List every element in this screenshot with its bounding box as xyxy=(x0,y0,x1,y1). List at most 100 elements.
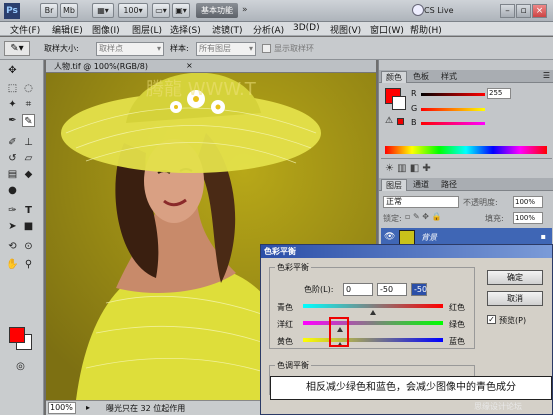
preview-checkbox[interactable]: ✓ xyxy=(487,315,496,324)
menu-bar: 文件(F) 编辑(E) 图像(I) 图层(L) 选择(S) 滤镜(T) 分析(A… xyxy=(0,22,553,36)
color-panel-tabs: 颜色 色板 样式 ☰ xyxy=(379,70,553,83)
menu-view[interactable]: 视图(V) xyxy=(330,23,361,36)
minibridge-button[interactable]: Mb xyxy=(60,3,78,18)
brush-tool-icon[interactable]: ✐ xyxy=(6,136,19,149)
arrange-documents-button[interactable]: ▭▾ xyxy=(152,3,170,18)
zoom-tool-icon[interactable]: ⚲ xyxy=(22,258,35,271)
menu-analysis[interactable]: 分析(A) xyxy=(253,23,284,36)
close-button[interactable]: × xyxy=(532,4,547,18)
blur-tool-icon[interactable]: ◆ xyxy=(22,168,35,181)
view-extras-button[interactable]: ▦▾ xyxy=(92,3,114,18)
menu-image[interactable]: 图像(I) xyxy=(92,23,120,36)
menu-file[interactable]: 文件(F) xyxy=(10,23,40,36)
close-tab-icon[interactable]: × xyxy=(186,61,193,70)
panel-menu-icon[interactable]: ☰ xyxy=(543,71,550,80)
workspace-essentials-button[interactable]: 基本功能 xyxy=(196,3,238,18)
tab-styles[interactable]: 样式 xyxy=(437,71,461,83)
eraser-tool-icon[interactable]: ▱ xyxy=(22,152,35,165)
bridge-button[interactable]: Br xyxy=(40,3,58,18)
magenta-green-track[interactable] xyxy=(303,321,443,325)
spot-heal-tool-icon[interactable]: ✎ xyxy=(22,114,35,127)
level-magenta-green-field[interactable]: -50 xyxy=(377,283,407,296)
3d-rotate-tool-icon[interactable]: ⟲ xyxy=(6,240,19,253)
show-ring-checkbox[interactable] xyxy=(262,44,271,53)
zoom-field[interactable]: 100% xyxy=(48,402,76,414)
menu-layer[interactable]: 图层(L) xyxy=(132,23,162,36)
path-select-tool-icon[interactable]: ➤ xyxy=(6,220,19,233)
cyan-red-track[interactable] xyxy=(303,304,443,308)
lasso-tool-icon[interactable]: ◌ xyxy=(22,82,35,95)
menu-edit[interactable]: 编辑(E) xyxy=(52,23,83,36)
opacity-label: 不透明度: xyxy=(463,198,498,207)
pen-tool-icon[interactable]: ✑ xyxy=(6,204,19,217)
r-value-field[interactable]: 255 xyxy=(487,88,511,99)
sample-size-label: 取样大小: xyxy=(44,44,79,53)
hand-tool-icon[interactable]: ✋ xyxy=(6,258,19,271)
menu-3d[interactable]: 3D(D) xyxy=(293,23,320,33)
layer-name: 背景 xyxy=(421,233,437,242)
maximize-button[interactable]: ▫ xyxy=(516,4,531,18)
yellow-blue-track[interactable] xyxy=(303,338,443,342)
color-panel-bg-swatch[interactable] xyxy=(392,96,406,110)
menu-help[interactable]: 帮助(H) xyxy=(410,23,442,36)
sample-layers-select[interactable]: 所有图层 ▾ xyxy=(196,42,256,56)
cslive-button[interactable]: CS Live xyxy=(424,4,482,18)
b-label: B xyxy=(411,118,417,127)
sample-size-select[interactable]: 取样点 ▾ xyxy=(96,42,164,56)
options-bar: ✎▾ 取样大小: 取样点 ▾ 样本: 所有图层 ▾ 显示取样环 xyxy=(0,37,553,60)
tab-swatches[interactable]: 色板 xyxy=(409,71,433,83)
watermark-text: 腾龍 WWW.T xyxy=(146,79,257,100)
arrange-icon: ▭▾ xyxy=(155,6,167,15)
eyedropper-preset-button[interactable]: ✎▾ xyxy=(4,41,30,56)
ok-button[interactable]: 确定 xyxy=(487,270,543,285)
tools-panel: ✥ ⬚ ◌ ✦ ⌗ ✒ ✎ ✐ ⊥ ↺ ▱ ▤ ◆ ● ✑ T ➤ ■ ⟲ ⊙ … xyxy=(0,60,44,415)
crop-tool-icon[interactable]: ⌗ xyxy=(22,98,35,111)
opacity-field[interactable]: 100% xyxy=(513,196,543,208)
blend-mode-select[interactable]: 正常 xyxy=(383,196,459,208)
preview-label: 预览(P) xyxy=(499,316,527,325)
r-slider[interactable] xyxy=(421,93,485,96)
workspace-more-icon[interactable]: » xyxy=(242,5,248,15)
move-tool-icon[interactable]: ✥ xyxy=(6,64,19,77)
eyedropper-tool-icon[interactable]: ✒ xyxy=(6,114,19,127)
fill-field[interactable]: 100% xyxy=(513,212,543,224)
level-yellow-blue-field[interactable]: -50 xyxy=(411,283,427,296)
fill-label: 填充: xyxy=(485,214,504,223)
foreground-color-swatch[interactable] xyxy=(9,327,25,343)
type-tool-icon[interactable]: T xyxy=(22,204,35,217)
tab-color[interactable]: 颜色 xyxy=(381,71,407,83)
minimize-button[interactable]: – xyxy=(500,4,515,18)
tab-paths[interactable]: 路径 xyxy=(437,179,461,191)
menu-select[interactable]: 选择(S) xyxy=(170,23,201,36)
dodge-tool-icon[interactable]: ● xyxy=(6,184,19,197)
cancel-button[interactable]: 取消 xyxy=(487,291,543,306)
screen-mode-button[interactable]: ▣▾ xyxy=(172,3,190,18)
stamp-tool-icon[interactable]: ⊥ xyxy=(22,136,35,149)
menu-window[interactable]: 窗口(W) xyxy=(370,23,404,36)
zoom-level-button[interactable]: 100▾ xyxy=(118,3,148,18)
cyan-red-thumb[interactable] xyxy=(370,310,376,315)
b-slider[interactable] xyxy=(421,122,485,125)
tab-layers[interactable]: 图层 xyxy=(381,179,407,191)
level-cyan-red-field[interactable]: 0 xyxy=(343,283,373,296)
g-slider[interactable] xyxy=(421,108,485,111)
lock-icons[interactable]: ▫ ✎ ✥ 🔒 xyxy=(405,212,441,221)
g-label: G xyxy=(411,104,418,113)
adjustments-icon[interactable]: ☀ ▥ ◧ ✚ xyxy=(385,163,431,174)
history-brush-tool-icon[interactable]: ↺ xyxy=(6,152,19,165)
menu-filter[interactable]: 滤镜(T) xyxy=(212,23,243,36)
gamut-swatch[interactable] xyxy=(397,118,404,125)
quick-select-tool-icon[interactable]: ✦ xyxy=(6,98,19,111)
color-spectrum-ramp[interactable] xyxy=(385,146,547,154)
document-tab[interactable]: 人物.tif @ 100%(RGB/8) × xyxy=(46,60,376,73)
shape-tool-icon[interactable]: ■ xyxy=(22,220,35,233)
chevron-down-icon: ▾ xyxy=(248,44,253,53)
tab-channels[interactable]: 通道 xyxy=(409,179,433,191)
warning-icon[interactable]: ⚠ xyxy=(385,116,393,126)
quick-mask-icon[interactable]: ◎ xyxy=(14,360,27,373)
gradient-tool-icon[interactable]: ▤ xyxy=(6,168,19,181)
3d-orbit-tool-icon[interactable]: ⊙ xyxy=(22,240,35,253)
marquee-tool-icon[interactable]: ⬚ xyxy=(6,82,19,95)
eye-icon[interactable]: 👁 xyxy=(384,232,395,242)
status-arrow-icon[interactable]: ▸ xyxy=(86,403,90,412)
